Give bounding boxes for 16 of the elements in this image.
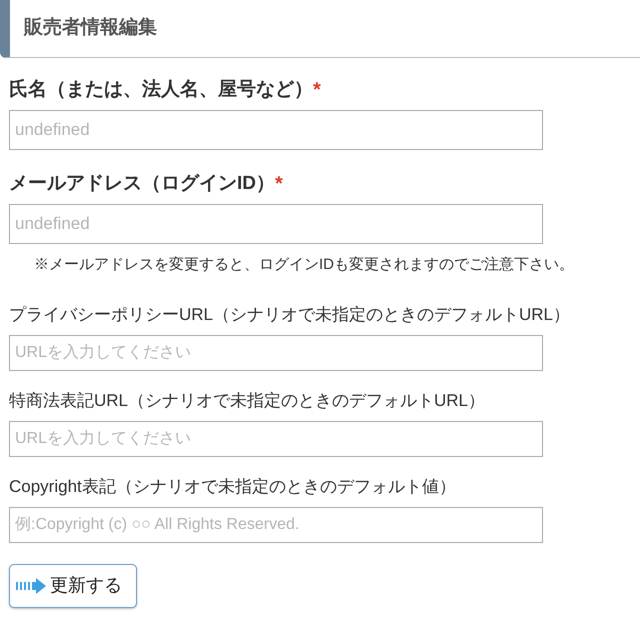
input-field[interactable]: URLを入力してください [9,334,543,370]
required-mark: * [313,78,321,103]
input-field[interactable]: undefined [9,110,543,150]
update-button[interactable]: 更新する [9,564,137,608]
field-label: 特商法表記URL（シナリオで未指定のときのデフォルトURL） [9,390,486,412]
input-field[interactable]: 例:Copyright (c) ○○ All Rights Reserved. [9,506,543,542]
field-label: メールアドレス（ログインID） [9,172,275,196]
arrow-icon [16,578,46,594]
note-text: ※メールアドレスを変更すると、ログインIDも変更されますのでご注意下さい。 [33,255,575,275]
required-mark: * [275,172,283,197]
field-label: Copyright表記（シナリオで未指定のときのデフォルト値） [9,476,456,498]
page-title: 販売者情報編集 [24,16,157,40]
field-label: 氏名（または、法人名、屋号など） [9,78,313,102]
input-field[interactable]: URLを入力してください [9,420,543,456]
input-field[interactable]: undefined [9,204,543,244]
field-label: プライバシーポリシーURL（シナリオで未指定のときのデフォルトURL） [9,304,570,326]
